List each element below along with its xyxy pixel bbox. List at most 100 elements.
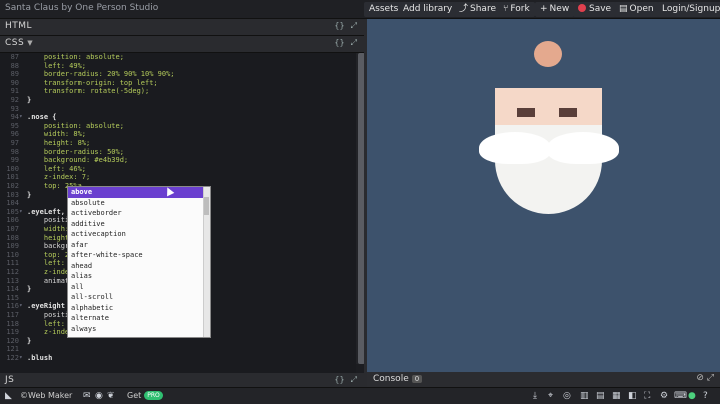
code-format-icon[interactable]: {} [334,38,344,47]
autocomplete-item[interactable]: above [68,187,210,198]
layout-2-icon[interactable]: ▤ [596,391,605,401]
settings-icon[interactable]: ⚙ [660,391,668,401]
expand-icon[interactable]: ⤢ [707,373,714,383]
line-number: 116 [6,302,19,311]
autocomplete-item[interactable]: activecaption [68,229,210,240]
autocomplete-scroll-thumb[interactable] [204,197,209,215]
add-library-button[interactable]: Add library [398,2,458,17]
autocomplete-item[interactable]: alias [68,271,210,282]
autocomplete-item[interactable]: all [68,282,210,293]
line-number: 118 [6,319,19,328]
line-number: 87 [10,53,19,61]
line-number: 109 [6,242,19,251]
fold-icon[interactable]: ▾ [19,354,25,363]
plus-icon: + [540,4,548,14]
line-number: 108 [6,233,19,242]
fork-icon: ⑂ [503,4,509,14]
line-number: 112 [6,268,19,276]
get-pro-link[interactable]: Get PRO [127,391,163,400]
autocomplete-item[interactable]: absolute [68,198,210,209]
github-icon[interactable]: ◉ [95,391,103,401]
save-label: Save [589,4,612,14]
js-pane-tools: {} ⤢ [328,375,357,385]
get-label: Get [127,391,142,400]
autocomplete-item[interactable]: alternate [68,313,210,324]
brand-link[interactable]: ©Web Maker [20,391,72,400]
logo-icon: ◣ [5,391,12,401]
expand-icon[interactable]: ⤢ [351,38,357,47]
fork-button[interactable]: ⑂ Fork [498,2,535,17]
line-number: 110 [6,250,19,259]
line-number: 99 [10,156,19,165]
autocomplete-item[interactable]: all-scroll [68,292,210,303]
line-number: 111 [6,259,19,268]
code-text: z-index: 7; [27,173,91,182]
share-icon: ⤴ [459,4,469,14]
css-label: CSS [5,38,25,48]
chevron-down-icon[interactable]: ▼ [27,39,33,47]
code-pen-icon[interactable]: ⌖ [548,391,553,401]
fork-label: Fork [510,4,530,14]
hat-pompom [534,41,562,67]
line-number: 104 [6,199,19,208]
autocomplete-item[interactable]: ahead [68,261,210,272]
autocomplete-scrollbar[interactable] [203,187,210,337]
code-text: position: absolute; [27,53,124,61]
pro-badge: PRO [144,391,163,400]
top-bar: Santa Claus by One Person Studio Assets … [0,0,720,19]
code-text: .eyeLeft, [27,207,65,216]
code-text: .nose { [27,113,57,122]
share-button[interactable]: ⤴ Share [454,2,501,17]
line-number: 89 [10,70,19,79]
santa-eye-right [559,108,577,117]
css-pane-header[interactable]: CSS ▼ {} ⤢ [0,36,367,53]
layout-4-icon[interactable]: ◧ [628,391,637,401]
code-text: } [27,285,32,294]
expand-icon[interactable]: ⤢ [351,375,357,384]
autocomplete-item[interactable]: additive [68,219,210,230]
open-button[interactable]: ▤ Open [614,2,659,17]
html-pane-label: HTML [5,21,33,31]
line-number: 121 [6,345,19,354]
js-pane-label: JS [5,375,15,385]
santa-eye-left [517,108,535,117]
autocomplete-item[interactable]: alphabetic [68,303,210,314]
fold-icon[interactable]: ▾ [19,113,25,122]
layout-3-icon[interactable]: ▦ [612,391,621,401]
mail-icon[interactable]: ✉ [83,391,91,401]
autocomplete-item[interactable]: after-white-space [68,250,210,261]
console-bar[interactable]: Console 0 ⊘ ⤢ [367,372,720,387]
autocomplete-item[interactable]: always [68,324,210,335]
download-icon[interactable]: ⤓ [533,391,537,401]
share-label: Share [470,4,496,14]
html-pane-header[interactable]: HTML {} ⤢ [0,19,367,36]
fullscreen-icon[interactable]: ⛶ [644,391,650,401]
keyboard-icon[interactable]: ⌨ [674,391,687,401]
save-button[interactable]: Save [573,2,617,17]
css-pane-label: CSS ▼ [5,38,33,48]
line-number: 97 [10,139,19,147]
code-format-icon[interactable]: {} [334,21,344,30]
autocomplete-dropdown[interactable]: above absolute activeborder additive activec… [67,186,211,338]
autocomplete-item[interactable]: afar [68,240,210,251]
console-text: Console [373,374,409,384]
line-number: 95 [10,121,19,130]
screenshot-icon[interactable]: ◎ [563,391,571,401]
autocomplete-item[interactable]: activeborder [68,208,210,219]
layout-1-icon[interactable]: ▥ [580,391,589,401]
notifications-icon[interactable]: ● [688,391,696,401]
line-number: 100 [6,164,19,173]
footer: ◣ ©Web Maker ✉ ◉ ❦ Get PRO ⤓ ⌖ ◎ ▥ ▤ ▦ ◧ … [0,387,720,404]
expand-icon[interactable]: ⤢ [351,21,357,30]
help-icon[interactable]: ? [703,391,708,401]
fold-icon[interactable]: ▾ [19,302,25,311]
clear-console-icon[interactable]: ⊘ [696,373,704,383]
code-text: border-radius: 20% 90% 10% 90%; [27,70,175,79]
code-text: background: #e4b39d; [27,156,129,165]
code-format-icon[interactable]: {} [334,375,344,384]
new-button[interactable]: + New [535,2,575,17]
twitter-icon[interactable]: ❦ [107,391,115,401]
login-button[interactable]: Login/Signup [657,2,720,17]
fold-icon[interactable]: ▾ [19,208,25,217]
santa-mustache-left [479,132,551,164]
